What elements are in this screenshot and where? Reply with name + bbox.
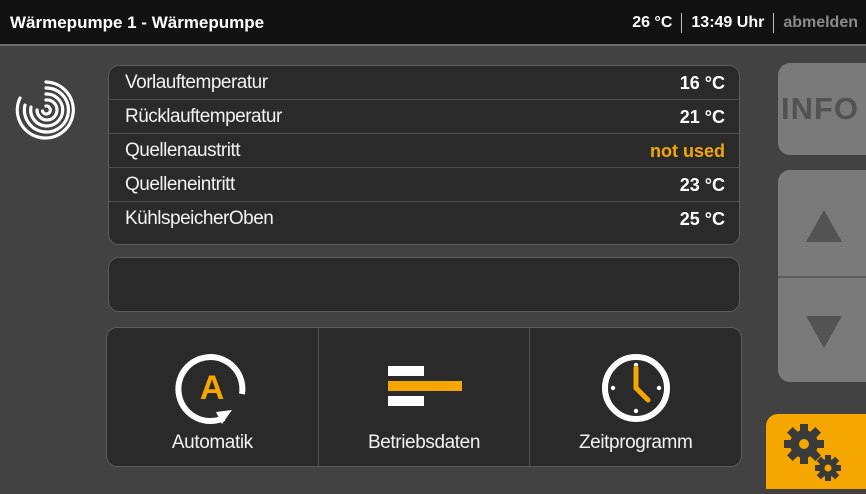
- info-button[interactable]: INFO: [778, 63, 866, 155]
- operating-data-icon: [384, 348, 464, 428]
- scroll-buttons: [778, 170, 866, 382]
- info-label: INFO: [780, 91, 860, 126]
- sensor-value: 21 °C: [679, 107, 725, 127]
- gears-icon: [784, 424, 841, 481]
- betriebsdaten-button[interactable]: Betriebsdaten: [319, 328, 531, 466]
- settings-button[interactable]: [766, 414, 866, 489]
- svg-text:A: A: [200, 369, 225, 407]
- logout-link[interactable]: abmelden: [783, 14, 858, 32]
- zeitprogramm-button[interactable]: Zeitprogramm: [530, 328, 741, 466]
- sensor-label: Quelleneintritt: [125, 174, 235, 195]
- message-box: [108, 257, 740, 312]
- automatik-label: Automatik: [171, 432, 253, 453]
- page-title: Wärmepumpe 1 - Wärmepumpe: [10, 13, 265, 32]
- scroll-up-button[interactable]: [778, 170, 866, 276]
- top-bar: Wärmepumpe 1 - Wärmepumpe 26 °C 13:49 Uh…: [0, 0, 866, 46]
- status-separator: [681, 13, 683, 33]
- zeitprogramm-label: Zeitprogramm: [578, 432, 693, 453]
- sensor-list: Vorlauftemperatur 16 °C Rücklauftemperat…: [108, 65, 740, 245]
- sensor-label: KühlspeicherOben: [125, 208, 274, 229]
- clock-time: 13:49 Uhr: [691, 14, 765, 31]
- scroll-down-button[interactable]: [778, 278, 866, 384]
- function-bar: A Automatik Betriebsdaten Zeitprogramm: [106, 327, 742, 467]
- betriebsdaten-label: Betriebsdaten: [367, 432, 481, 453]
- sensor-row-ruecklauftemperatur: Rücklauftemperatur 21 °C: [109, 100, 739, 134]
- automatik-button[interactable]: A Automatik: [107, 328, 319, 466]
- sensor-value-unused: not used: [650, 141, 725, 161]
- outdoor-temperature: 26 °C: [632, 14, 673, 31]
- sensor-row-kuehlspeicheroben: KühlspeicherOben 25 °C: [109, 202, 739, 236]
- sensor-label: Vorlauftemperatur: [125, 72, 268, 93]
- sensor-row-vorlauftemperatur: Vorlauftemperatur 16 °C: [109, 66, 739, 100]
- sensor-value: 16 °C: [679, 73, 725, 93]
- sensor-label: Quellenaustritt: [125, 140, 241, 161]
- sensor-row-quellenaustritt: Quellenaustritt not used: [109, 134, 739, 168]
- arrow-up-icon: [806, 210, 842, 242]
- sensor-label: Rücklauftemperatur: [125, 106, 282, 127]
- automatic-mode-icon: A: [172, 348, 252, 428]
- sensor-value: 23 °C: [679, 175, 725, 195]
- arrow-down-icon: [806, 316, 842, 348]
- sensor-row-quelleneintritt: Quelleneintritt 23 °C: [109, 168, 739, 202]
- status-separator: [773, 13, 775, 33]
- clock-icon: [596, 348, 676, 428]
- brand-logo-icon: [14, 78, 78, 142]
- sensor-value: 25 °C: [679, 209, 725, 229]
- status-area: 26 °C 13:49 Uhr abmelden: [632, 0, 858, 46]
